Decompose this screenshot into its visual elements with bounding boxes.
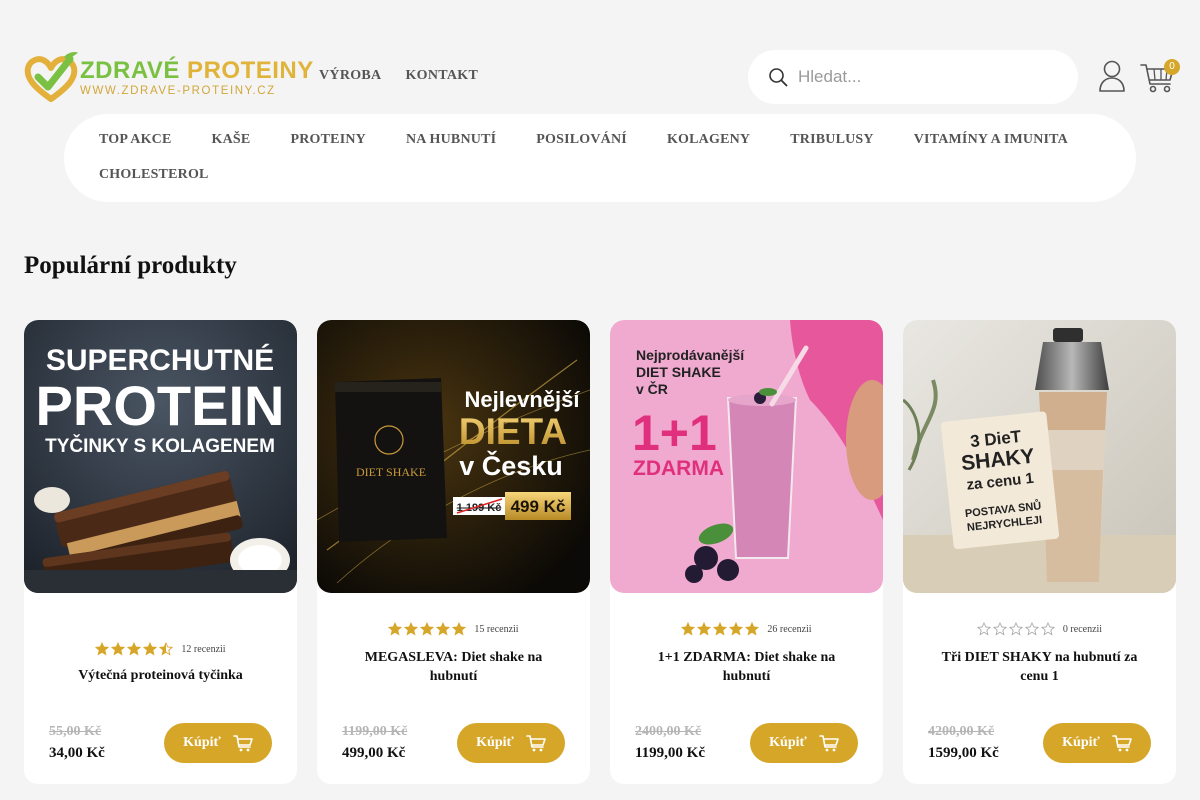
category-top-akce[interactable]: TOP AKCE bbox=[99, 127, 172, 162]
category-proteiny[interactable]: PROTEINY bbox=[290, 127, 366, 162]
top-link-kontakt[interactable]: KONTAKT bbox=[405, 68, 478, 84]
buy-button[interactable]: Kúpiť bbox=[1043, 723, 1151, 763]
banner-old-price: 1 199 Kč bbox=[457, 502, 502, 514]
top-link-vyroba[interactable]: VÝROBA bbox=[319, 68, 381, 84]
cart-icon bbox=[233, 735, 253, 752]
pack-label: DIET SHAKE bbox=[356, 465, 426, 479]
star-icon bbox=[1024, 622, 1039, 636]
section-title: Populární produkty bbox=[24, 252, 237, 279]
category-posilovani[interactable]: POSILOVÁNÍ bbox=[536, 127, 627, 162]
heart-check-logo-icon bbox=[24, 52, 78, 102]
star-icon bbox=[127, 642, 142, 656]
product-name[interactable]: Výtečná proteinová tyčinka bbox=[54, 666, 267, 685]
category-kolageny[interactable]: KOLAGENY bbox=[667, 127, 750, 162]
buy-button[interactable]: Kúpiť bbox=[750, 723, 858, 763]
banner-line1: Nejlevnější bbox=[465, 387, 581, 412]
product-rating: 15 recenzii bbox=[317, 622, 590, 636]
star-icon bbox=[976, 622, 991, 636]
search-input[interactable] bbox=[798, 67, 1058, 87]
star-icon bbox=[436, 622, 451, 636]
star-icon bbox=[1008, 622, 1023, 636]
star-icon bbox=[992, 622, 1007, 636]
review-count[interactable]: 15 recenzii bbox=[474, 624, 518, 635]
cart-icon bbox=[819, 735, 839, 752]
product-rating: 12 recenzii bbox=[24, 642, 297, 656]
price-new: 499,00 Kč bbox=[342, 745, 406, 761]
buy-button-label: Kúpiť bbox=[476, 735, 514, 750]
star-icon bbox=[745, 622, 760, 636]
star-icon bbox=[697, 622, 712, 636]
star-icon bbox=[95, 642, 110, 656]
cart-count-badge: 0 bbox=[1164, 59, 1180, 75]
star-icon bbox=[159, 642, 174, 656]
price-new: 1199,00 Kč bbox=[635, 745, 705, 761]
product-name[interactable]: 1+1 ZDARMA: Diet shake na hubnutí bbox=[640, 648, 853, 686]
user-account-icon[interactable] bbox=[1098, 60, 1126, 92]
star-icon bbox=[452, 622, 467, 636]
price-new: 34,00 Kč bbox=[49, 745, 105, 761]
product-card[interactable]: 3 DieT SHAKY za cenu 1 POSTAVA SNŮ NEJRY… bbox=[903, 320, 1176, 784]
banner-line1: SUPERCHUTNÉ bbox=[46, 343, 274, 377]
banner-line2: PROTEIN bbox=[36, 374, 285, 437]
category-na-hubnuti[interactable]: NA HUBNUTÍ bbox=[406, 127, 496, 162]
review-count[interactable]: 26 recenzii bbox=[767, 624, 811, 635]
category-vitaminy-a-imunita[interactable]: VITAMÍNY A IMUNITA bbox=[914, 127, 1068, 162]
star-icon bbox=[713, 622, 728, 636]
cart-icon bbox=[526, 735, 546, 752]
search-box[interactable] bbox=[748, 50, 1078, 104]
price-old: 2400,00 Kč bbox=[635, 724, 702, 739]
banner-line2: DIETA bbox=[459, 411, 567, 452]
buy-button-label: Kúpiť bbox=[769, 735, 807, 750]
product-card[interactable]: DIET SHAKE Nejlevnější DIETA v Česku 1 1… bbox=[317, 320, 590, 784]
category-nav: TOP AKCE KAŠE PROTEINY NA HUBNUTÍ POSILO… bbox=[64, 114, 1136, 202]
review-count[interactable]: 0 recenzii bbox=[1063, 624, 1102, 635]
buy-button-label: Kúpiť bbox=[183, 735, 221, 750]
product-card[interactable]: SUPERCHUTNÉ PROTEIN TYČINKY S KOLAGENEM bbox=[24, 320, 297, 784]
product-name[interactable]: MEGASLEVA: Diet shake na hubnutí bbox=[347, 648, 560, 686]
banner-new-price: 499 Kč bbox=[511, 497, 566, 516]
banner-line1: Nejprodávanější bbox=[636, 347, 745, 363]
star-icon bbox=[1040, 622, 1055, 636]
star-icon bbox=[420, 622, 435, 636]
price-old: 55,00 Kč bbox=[49, 724, 102, 739]
banner-line3: v Česku bbox=[459, 450, 563, 481]
price-old: 4200,00 Kč bbox=[928, 724, 995, 739]
price-new: 1599,00 Kč bbox=[928, 745, 999, 761]
banner-promo2: ZDARMA bbox=[633, 457, 724, 480]
product-rating: 26 recenzii bbox=[610, 622, 883, 636]
star-icon bbox=[143, 642, 158, 656]
site-logo[interactable]: ZDRAVÉ PROTEINY WWW.ZDRAVE-PROTEINY.CZ bbox=[24, 50, 313, 106]
search-icon[interactable] bbox=[768, 67, 788, 87]
star-icon bbox=[111, 642, 126, 656]
brand-name: ZDRAVÉ PROTEINY bbox=[80, 57, 314, 84]
product-image[interactable]: Nejprodávanější DIET SHAKE v ČR 1+1 ZDAR… bbox=[610, 320, 883, 593]
category-tribulusy[interactable]: TRIBULUSY bbox=[790, 127, 874, 162]
banner-line2: DIET SHAKE bbox=[636, 364, 721, 380]
product-image[interactable]: DIET SHAKE Nejlevnější DIETA v Česku 1 1… bbox=[317, 320, 590, 593]
star-icon bbox=[404, 622, 419, 636]
star-icon bbox=[681, 622, 696, 636]
star-icon bbox=[729, 622, 744, 636]
category-cholesterol[interactable]: CHOLESTEROL bbox=[99, 162, 209, 197]
banner-line3: v ČR bbox=[636, 380, 668, 397]
star-icon bbox=[388, 622, 403, 636]
cart-icon bbox=[1112, 735, 1132, 752]
banner-line3: TYČINKY S KOLAGENEM bbox=[45, 435, 275, 457]
review-count[interactable]: 12 recenzii bbox=[181, 644, 225, 655]
category-kase[interactable]: KAŠE bbox=[212, 127, 251, 162]
product-image[interactable]: 3 DieT SHAKY za cenu 1 POSTAVA SNŮ NEJRY… bbox=[903, 320, 1176, 593]
product-grid: SUPERCHUTNÉ PROTEIN TYČINKY S KOLAGENEM bbox=[24, 320, 1176, 784]
price-old: 1199,00 Kč bbox=[342, 724, 408, 739]
buy-button[interactable]: Kúpiť bbox=[457, 723, 565, 763]
product-card[interactable]: Nejprodávanější DIET SHAKE v ČR 1+1 ZDAR… bbox=[610, 320, 883, 784]
top-links: VÝROBA KONTAKT bbox=[319, 68, 478, 84]
buy-button-label: Kúpiť bbox=[1062, 735, 1100, 750]
brand-url: WWW.ZDRAVE-PROTEINY.CZ bbox=[80, 85, 276, 97]
product-name[interactable]: Tři DIET SHAKY na hubnutí za cenu 1 bbox=[933, 648, 1146, 686]
product-rating: 0 recenzii bbox=[903, 622, 1176, 636]
banner-promo: 1+1 bbox=[632, 405, 717, 461]
product-image[interactable]: SUPERCHUTNÉ PROTEIN TYČINKY S KOLAGENEM bbox=[24, 320, 297, 593]
buy-button[interactable]: Kúpiť bbox=[164, 723, 272, 763]
